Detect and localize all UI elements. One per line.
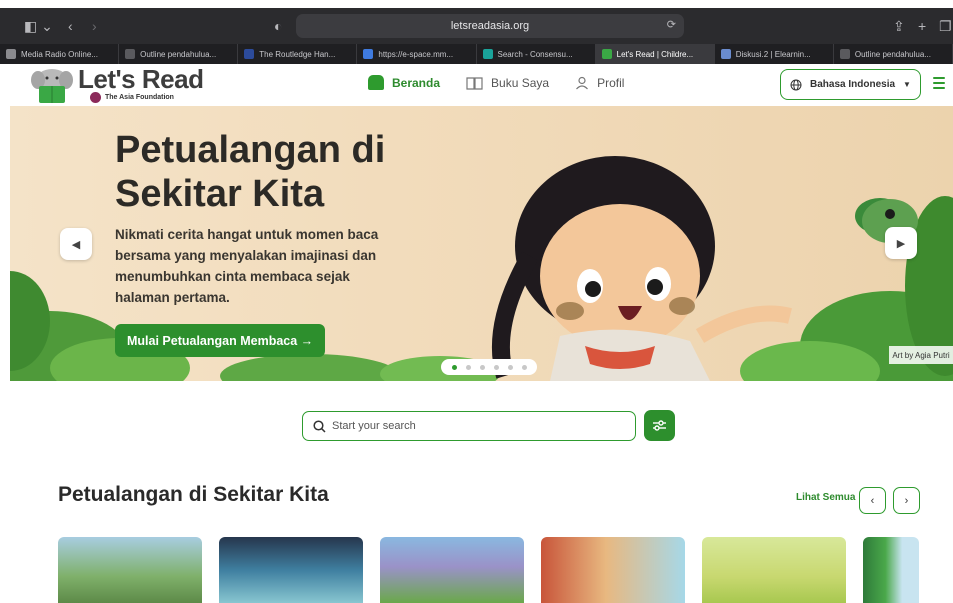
shield-icon[interactable]: ◐ — [274, 18, 282, 34]
chevron-right-icon: ▶ — [896, 237, 906, 250]
tab-favicon-icon — [363, 49, 374, 59]
tab-favicon-icon — [482, 49, 493, 59]
book-cover[interactable] — [219, 537, 363, 603]
tab-label: Diskusi.2 | Elearnin... — [735, 49, 811, 59]
url-text: letsreadasia.org — [450, 20, 530, 32]
browser-tab[interactable]: Diskusi.2 | Elearnin... — [715, 44, 834, 64]
chevron-left-icon: ◀ — [71, 238, 81, 251]
book-cover[interactable] — [380, 537, 524, 603]
sliders-icon — [653, 420, 666, 431]
language-label: Bahasa Indonesia — [810, 79, 896, 90]
page-root: ◧ ⌄ ‹ › ◐ letsreadasia.org ⟳ ⇪ + ❐ Media… — [0, 0, 953, 603]
sidebar-toggle-icon[interactable]: ◧ ⌄ — [24, 18, 53, 35]
tab-label: Media Radio Online... — [21, 49, 98, 59]
hamburger-menu-icon[interactable] — [933, 77, 945, 89]
tab-label: Outline pendahulua... — [140, 49, 217, 59]
top-spacer — [0, 0, 953, 8]
tab-label: Let's Read | Childre... — [616, 49, 694, 59]
book-cover[interactable] — [702, 537, 846, 603]
section-title: Petualangan di Sekitar Kita — [58, 483, 329, 506]
new-tab-icon[interactable]: + — [918, 18, 926, 34]
start-reading-button[interactable]: Mulai Petualangan Membaca → — [115, 324, 326, 357]
hero-next-button[interactable]: ▶ — [885, 227, 917, 259]
filter-button[interactable] — [644, 410, 675, 441]
carousel-dot[interactable] — [507, 364, 513, 370]
foundation-icon — [90, 92, 101, 103]
elephant-logo-icon[interactable] — [30, 66, 74, 104]
tab-overview-icon[interactable]: ❐ — [939, 18, 952, 35]
carousel-dot[interactable] — [479, 364, 485, 370]
share-icon[interactable]: ⇪ — [893, 18, 905, 35]
browser-tab[interactable]: The Routledge Han... — [238, 44, 358, 64]
globe-icon — [790, 79, 802, 90]
carousel-dot[interactable] — [521, 364, 527, 370]
carousel-dot[interactable] — [451, 364, 457, 370]
section-next-button[interactable]: › — [893, 487, 920, 514]
hero-banner: Petualangan di Sekitar Kita Nikmati ceri… — [10, 106, 953, 381]
tab-label: Outline pendahulua... — [854, 49, 931, 59]
browser-tab[interactable]: Outline pendahulua... — [119, 44, 239, 64]
browser-tab[interactable]: Let's Read | Childre... — [595, 44, 715, 64]
art-credit: Art by Agia Putri — [889, 346, 953, 364]
carousel-dot[interactable] — [465, 364, 471, 370]
browser-tab[interactable]: Search - Consensu... — [477, 44, 596, 64]
nav-label: Profil — [597, 75, 625, 90]
logo-subtitle-text: The Asia Foundation — [105, 94, 174, 101]
tab-favicon-icon — [839, 49, 850, 59]
tab-favicon-icon — [601, 49, 612, 59]
browser-tab[interactable]: Outline pendahulua... — [834, 44, 953, 64]
book-cover[interactable] — [863, 537, 919, 603]
address-bar[interactable]: letsreadasia.org ⟳ — [296, 14, 684, 38]
back-icon[interactable]: ‹ — [68, 18, 73, 34]
carousel-dots — [441, 359, 537, 375]
browser-toolbar: ◧ ⌄ ‹ › ◐ letsreadasia.org ⟳ ⇪ + ❐ — [0, 8, 953, 44]
site-header: Let's Read The Asia Foundation Beranda B… — [0, 64, 953, 106]
browser-tab-bar: Media Radio Online... Outline pendahulua.… — [0, 44, 953, 64]
chevron-left-icon: ‹ — [870, 494, 875, 507]
chevron-down-icon: ▼ — [903, 80, 911, 89]
browser-tab[interactable]: Media Radio Online... — [0, 44, 120, 64]
browser-tab[interactable]: https://e-space.mm... — [357, 44, 477, 64]
book-cover[interactable] — [58, 537, 202, 603]
home-icon — [368, 75, 384, 90]
book-icon — [466, 76, 483, 90]
user-icon — [576, 76, 589, 89]
nav-item-buku-saya[interactable]: Buku Saya — [466, 76, 549, 90]
section-prev-button[interactable]: ‹ — [859, 487, 886, 514]
logo-title[interactable]: Let's Read — [78, 64, 204, 95]
tab-label: Search - Consensu... — [497, 49, 573, 59]
see-all-link[interactable]: Lihat Semua — [796, 492, 855, 503]
forward-icon[interactable]: › — [92, 18, 97, 34]
nav-label: Beranda — [392, 75, 441, 90]
reload-icon[interactable]: ⟳ — [667, 18, 676, 31]
main-nav: Beranda Buku Saya Profil — [368, 75, 624, 90]
search-input[interactable] — [332, 420, 622, 432]
language-selector[interactable]: Bahasa Indonesia ▼ — [780, 69, 921, 100]
tab-favicon-icon — [6, 49, 16, 59]
book-carousel — [58, 537, 953, 603]
tab-label: The Routledge Han... — [259, 49, 336, 59]
search-box — [302, 411, 636, 441]
tab-favicon-icon — [125, 49, 136, 59]
tab-label: https://e-space.mm... — [378, 49, 454, 59]
hero-description: Nikmati cerita hangat untuk momen baca b… — [115, 227, 379, 305]
book-cover[interactable] — [541, 537, 685, 603]
hero-title: Petualangan di Sekitar Kita — [115, 129, 386, 215]
tab-favicon-icon — [244, 49, 255, 59]
chevron-right-icon: › — [904, 494, 909, 507]
tab-favicon-icon — [720, 49, 731, 59]
carousel-dot[interactable] — [493, 364, 499, 370]
nav-item-beranda[interactable]: Beranda — [368, 75, 440, 90]
logo-subtitle: The Asia Foundation — [90, 92, 174, 103]
nav-item-profil[interactable]: Profil — [575, 76, 624, 90]
nav-label: Buku Saya — [491, 75, 550, 90]
search-icon — [313, 419, 326, 433]
hero-prev-button[interactable]: ◀ — [60, 228, 92, 260]
